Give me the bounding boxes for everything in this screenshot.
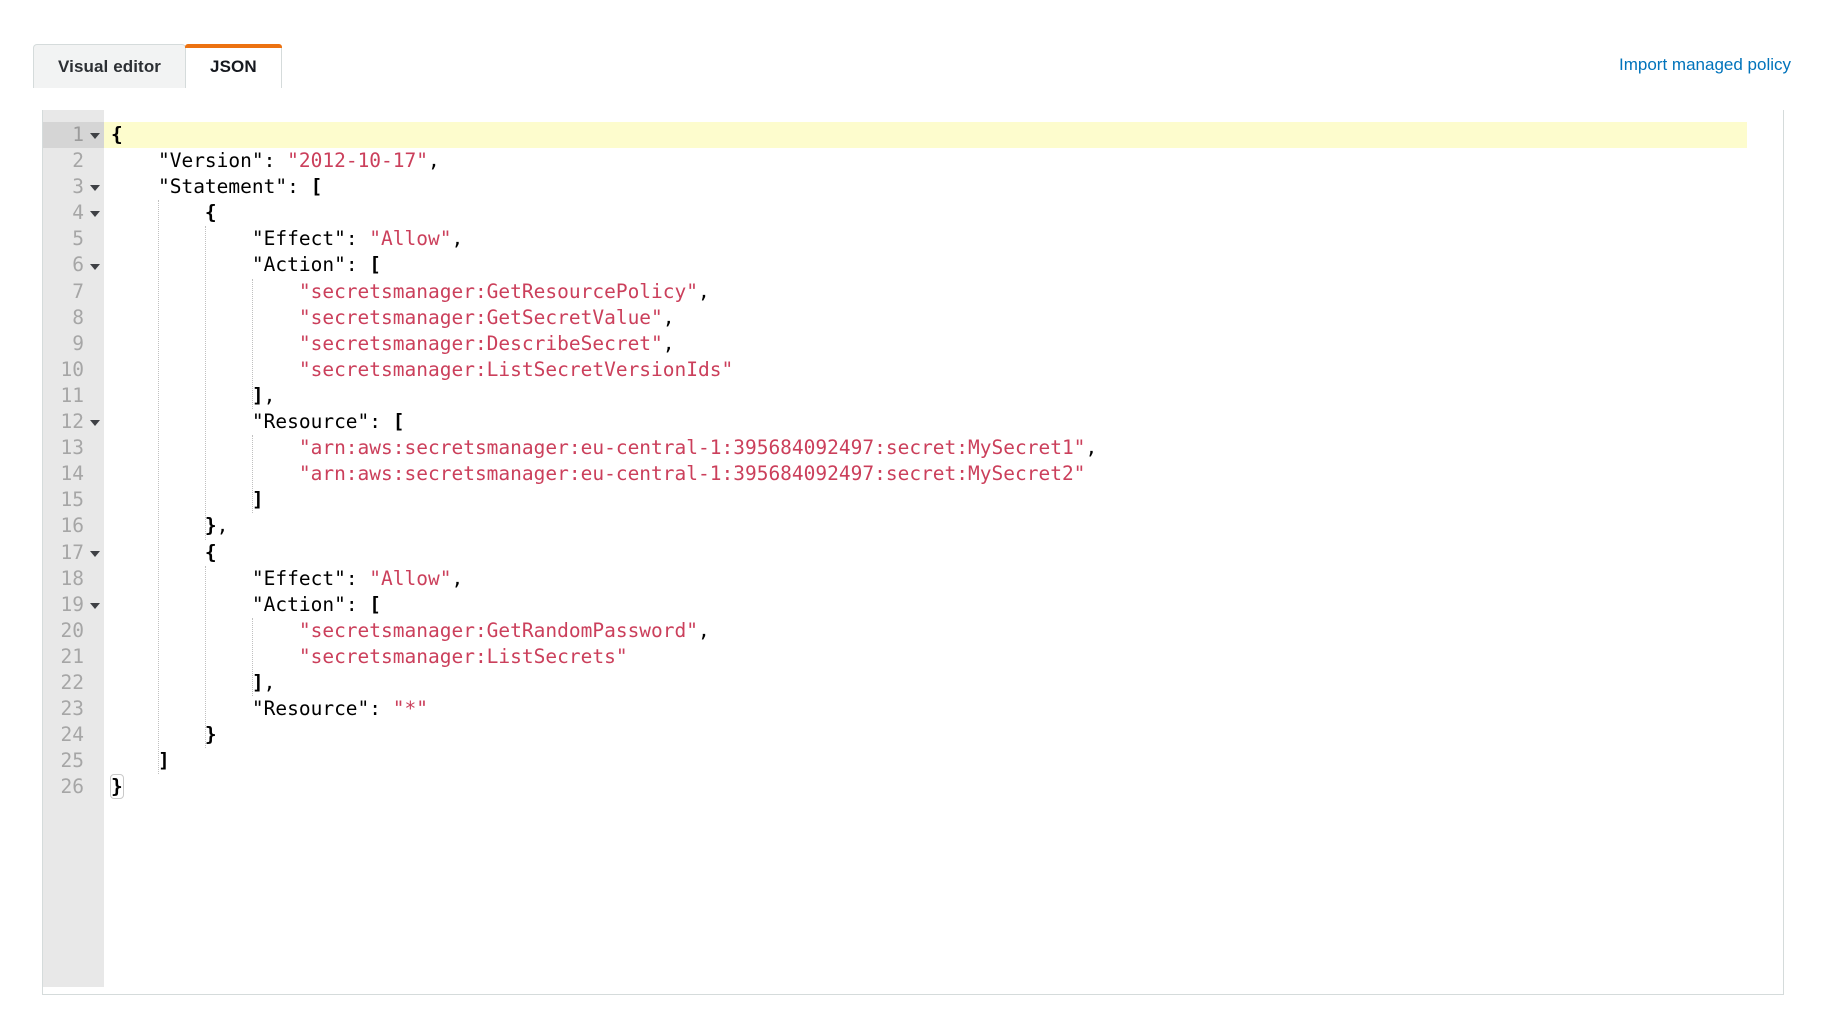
- gutter-line-9[interactable]: 9: [43, 331, 104, 357]
- code-line-24[interactable]: }: [104, 722, 1783, 748]
- chevron-down-icon[interactable]: [90, 602, 100, 609]
- code-line-15[interactable]: ]: [104, 487, 1783, 513]
- gutter-line-8[interactable]: 8: [43, 305, 104, 331]
- gutter-line-10[interactable]: 10: [43, 357, 104, 383]
- line-number: 4: [72, 201, 84, 225]
- editor-mode-tabs: Visual editor JSON: [33, 44, 282, 88]
- gutter-line-26[interactable]: 26: [43, 774, 104, 800]
- line-number: 16: [60, 514, 84, 538]
- code-line-9[interactable]: "secretsmanager:DescribeSecret",: [104, 331, 1783, 357]
- chevron-down-icon[interactable]: [90, 133, 100, 140]
- gutter-line-19[interactable]: 19: [43, 592, 104, 618]
- line-number: 24: [60, 723, 84, 747]
- code-line-21[interactable]: "secretsmanager:ListSecrets": [104, 644, 1783, 670]
- line-number: 1: [72, 123, 84, 146]
- ace-editor[interactable]: 1 2 3 4 5 6 7 8 9 10 11 12 13 14 15 16 17 18 19 20 21 22 23 24 2…: [43, 110, 1783, 994]
- gutter-line-6[interactable]: 6: [43, 252, 104, 278]
- line-number: 3: [72, 175, 84, 199]
- gutter-line-3[interactable]: 3: [43, 174, 104, 200]
- code-line-12[interactable]: "Resource": [: [104, 409, 1783, 435]
- code-line-10[interactable]: "secretsmanager:ListSecretVersionIds": [104, 357, 1783, 383]
- line-number: 2: [72, 149, 84, 173]
- gutter-line-2[interactable]: 2: [43, 148, 104, 174]
- gutter-line-25[interactable]: 25: [43, 748, 104, 774]
- code-line-19[interactable]: "Action": [: [104, 592, 1783, 618]
- json-policy-editor[interactable]: 1 2 3 4 5 6 7 8 9 10 11 12 13 14 15 16 17 18 19 20 21 22 23 24 2…: [42, 110, 1784, 995]
- chevron-down-icon[interactable]: [90, 550, 100, 557]
- line-number: 18: [60, 566, 84, 590]
- code-line-1[interactable]: {: [104, 122, 1783, 149]
- line-number: 11: [60, 383, 84, 407]
- line-number: 5: [72, 227, 84, 251]
- chevron-down-icon[interactable]: [90, 420, 100, 427]
- line-number: 23: [60, 697, 84, 721]
- line-number: 20: [60, 618, 84, 642]
- policy-editor-tabbar: Visual editor JSON Import managed policy: [0, 0, 1826, 88]
- line-number: 22: [60, 670, 84, 694]
- code-line-26[interactable]: }: [104, 774, 1783, 800]
- code-line-17[interactable]: {: [104, 540, 1783, 566]
- line-number: 21: [60, 644, 84, 668]
- line-number: 14: [60, 462, 84, 486]
- code-line-22[interactable]: ],: [104, 670, 1783, 696]
- gutter-line-18[interactable]: 18: [43, 566, 104, 592]
- code-line-2[interactable]: "Version": "2012-10-17",: [104, 148, 1783, 174]
- gutter-line-17[interactable]: 17: [43, 540, 104, 566]
- chevron-down-icon[interactable]: [90, 185, 100, 192]
- chevron-down-icon[interactable]: [90, 211, 100, 218]
- gutter-line-13[interactable]: 13: [43, 435, 104, 461]
- gutter-line-16[interactable]: 16: [43, 513, 104, 539]
- chevron-down-icon[interactable]: [90, 263, 100, 270]
- gutter-line-20[interactable]: 20: [43, 618, 104, 644]
- code-line-8[interactable]: "secretsmanager:GetSecretValue",: [104, 305, 1783, 331]
- gutter-line-1[interactable]: 1: [43, 122, 104, 149]
- gutter-line-5[interactable]: 5: [43, 226, 104, 252]
- gutter-line-11[interactable]: 11: [43, 383, 104, 409]
- line-number: 10: [60, 357, 84, 381]
- tab-visual-editor[interactable]: Visual editor: [33, 44, 187, 88]
- gutter-line-7[interactable]: 7: [43, 279, 104, 305]
- import-managed-policy-link[interactable]: Import managed policy: [1619, 55, 1791, 75]
- line-number: 26: [60, 775, 84, 799]
- gutter-line-23[interactable]: 23: [43, 696, 104, 722]
- gutter-line-15[interactable]: 15: [43, 487, 104, 513]
- line-number: 7: [72, 279, 84, 303]
- gutter-line-24[interactable]: 24: [43, 722, 104, 748]
- code-line-5[interactable]: "Effect": "Allow",: [104, 226, 1783, 252]
- code-line-23[interactable]: "Resource": "*": [104, 696, 1783, 722]
- code-line-18[interactable]: "Effect": "Allow",: [104, 566, 1783, 592]
- code-line-16[interactable]: },: [104, 513, 1783, 539]
- line-number: 8: [72, 305, 84, 329]
- line-number: 6: [72, 253, 84, 277]
- line-number: 17: [60, 540, 84, 564]
- gutter-line-21[interactable]: 21: [43, 644, 104, 670]
- line-number: 25: [60, 749, 84, 773]
- tab-json[interactable]: JSON: [185, 44, 282, 88]
- editor-line-number-gutter[interactable]: 1 2 3 4 5 6 7 8 9 10 11 12 13 14 15 16 17 18 19 20 21 22 23 24 2…: [43, 110, 104, 987]
- editor-code-area[interactable]: { "Version": "2012-10-17", "Statement": …: [104, 110, 1783, 994]
- code-line-4[interactable]: {: [104, 200, 1783, 226]
- gutter-line-22[interactable]: 22: [43, 670, 104, 696]
- code-line-20[interactable]: "secretsmanager:GetRandomPassword",: [104, 618, 1783, 644]
- code-line-3[interactable]: "Statement": [: [104, 174, 1783, 200]
- tab-json-label: JSON: [210, 56, 257, 76]
- code-line-11[interactable]: ],: [104, 383, 1783, 409]
- code-line-6[interactable]: "Action": [: [104, 252, 1783, 278]
- gutter-line-12[interactable]: 12: [43, 409, 104, 435]
- line-number: 13: [60, 436, 84, 460]
- line-number: 12: [60, 410, 84, 434]
- code-line-13[interactable]: "arn:aws:secretsmanager:eu-central-1:395…: [104, 435, 1783, 461]
- gutter-line-14[interactable]: 14: [43, 461, 104, 487]
- tab-visual-editor-label: Visual editor: [58, 56, 162, 76]
- code-line-25[interactable]: ]: [104, 748, 1783, 774]
- line-number: 9: [72, 331, 84, 355]
- gutter-line-4[interactable]: 4: [43, 200, 104, 226]
- code-line-7[interactable]: "secretsmanager:GetResourcePolicy",: [104, 279, 1783, 305]
- line-number: 15: [60, 488, 84, 512]
- code-line-14[interactable]: "arn:aws:secretsmanager:eu-central-1:395…: [104, 461, 1783, 487]
- line-number: 19: [60, 592, 84, 616]
